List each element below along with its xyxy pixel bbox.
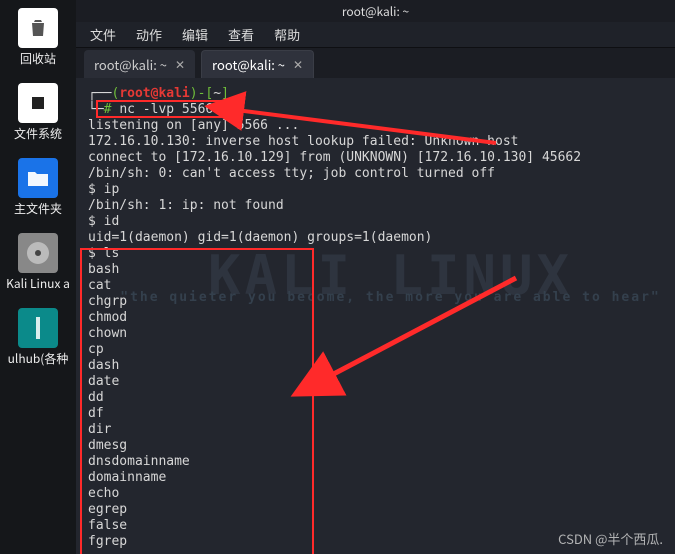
desktop-icons: 回收站 文件系统 主文件夹 Kali Linux a ulhub(各种: [0, 8, 76, 367]
output-line: echo: [88, 486, 663, 502]
output-line: dir: [88, 422, 663, 438]
output-line: dd: [88, 390, 663, 406]
menu-help[interactable]: 帮助: [274, 25, 300, 44]
output-line: cp: [88, 342, 663, 358]
output-line: cat: [88, 278, 663, 294]
menubar: 文件 动作 编辑 查看 帮助: [76, 22, 675, 48]
tab-terminal-2[interactable]: root@kali: ~ ✕: [201, 50, 314, 78]
desktop-icon-label: 回收站: [2, 50, 74, 67]
output-line: $ id: [88, 214, 663, 230]
menu-action[interactable]: 动作: [136, 25, 162, 44]
output-line: /bin/sh: 1: ip: not found: [88, 198, 663, 214]
output-line: date: [88, 374, 663, 390]
close-icon[interactable]: ✕: [175, 56, 185, 73]
prompt-line: ┌──(root@kali)-[~]: [88, 86, 663, 102]
output-line: $ ip: [88, 182, 663, 198]
disk-icon: [18, 83, 58, 123]
tab-terminal-1[interactable]: root@kali: ~ ✕: [84, 50, 195, 78]
desktop-icon-label: 文件系统: [2, 125, 74, 142]
output-line: dnsdomainname: [88, 454, 663, 470]
desktop-icon-archive[interactable]: ulhub(各种: [6, 308, 70, 367]
window-title: root@kali: ~: [342, 3, 409, 20]
archive-icon: [18, 308, 58, 348]
output-line: domainname: [88, 470, 663, 486]
csdn-watermark: CSDN @半个西瓜.: [558, 529, 663, 548]
desktop-icon-home[interactable]: 主文件夹: [6, 158, 70, 217]
tab-label: root@kali: ~: [94, 55, 167, 74]
output-line: egrep: [88, 502, 663, 518]
output-line: df: [88, 406, 663, 422]
titlebar[interactable]: root@kali: ~: [76, 0, 675, 22]
desktop-icon-disc[interactable]: Kali Linux a: [6, 233, 70, 292]
output-line: /bin/sh: 0: can't access tty; job contro…: [88, 166, 663, 182]
desktop-icon-label: Kali Linux a: [2, 275, 74, 292]
output-line: 172.16.10.130: inverse host lookup faile…: [88, 134, 663, 150]
terminal-output: listening on [any] 5566 ...172.16.10.130…: [88, 118, 663, 262]
output-line: chown: [88, 326, 663, 342]
close-icon[interactable]: ✕: [293, 56, 303, 73]
output-line: chmod: [88, 310, 663, 326]
menu-file[interactable]: 文件: [90, 25, 116, 44]
ls-output: bashcatchgrpchmodchowncpdashdatedddfdird…: [88, 262, 663, 550]
terminal-body[interactable]: KALI LINUX "the quieter you become, the …: [76, 78, 675, 554]
output-line: listening on [any] 5566 ...: [88, 118, 663, 134]
tab-label: root@kali: ~: [212, 55, 285, 74]
trash-icon: [18, 8, 58, 48]
command-line: └─# nc -lvp 5566: [88, 102, 663, 118]
output-line: bash: [88, 262, 663, 278]
output-line: dmesg: [88, 438, 663, 454]
folder-icon: [18, 158, 58, 198]
output-line: chgrp: [88, 294, 663, 310]
terminal-window: root@kali: ~ 文件 动作 编辑 查看 帮助 root@kali: ~…: [76, 0, 675, 554]
menu-edit[interactable]: 编辑: [182, 25, 208, 44]
output-line: uid=1(daemon) gid=1(daemon) groups=1(dae…: [88, 230, 663, 246]
desktop-icon-filesystem[interactable]: 文件系统: [6, 83, 70, 142]
output-line: connect to [172.16.10.129] from (UNKNOWN…: [88, 150, 663, 166]
tabbar: root@kali: ~ ✕ root@kali: ~ ✕: [76, 48, 675, 78]
desktop-icon-trash[interactable]: 回收站: [6, 8, 70, 67]
output-line: $ ls: [88, 246, 663, 262]
desktop-icon-label: ulhub(各种: [2, 350, 74, 367]
output-line: dash: [88, 358, 663, 374]
desktop-icon-label: 主文件夹: [2, 200, 74, 217]
disc-icon: [18, 233, 58, 273]
menu-view[interactable]: 查看: [228, 25, 254, 44]
